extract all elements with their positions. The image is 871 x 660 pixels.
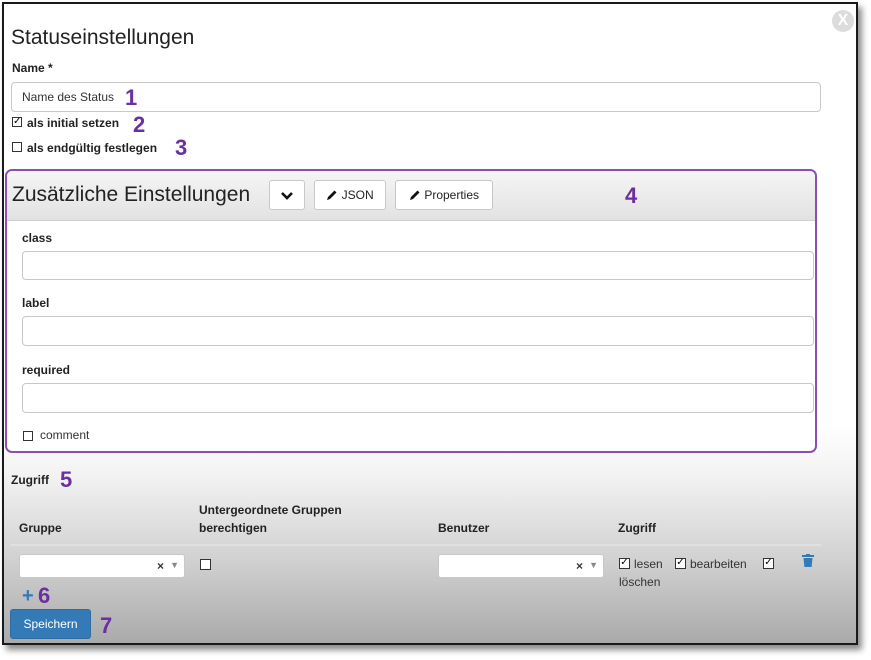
initial-label: als initial setzen [27, 116, 120, 130]
final-label: als endgültig festlegen [27, 141, 158, 155]
edit-checkbox[interactable]: ✓ [675, 558, 686, 569]
caret-down-icon: ▼ [170, 560, 179, 570]
save-button[interactable]: Speichern [10, 609, 91, 639]
close-icon[interactable]: X [832, 10, 854, 32]
read-checkbox[interactable]: ✓ [619, 558, 630, 569]
annotation-6: 6 [38, 583, 51, 608]
annotation-2: 2 [133, 112, 146, 137]
user-select[interactable]: × ▼ [438, 554, 604, 578]
header-subgroups: Untergeordnete Gruppen berechtigen [199, 503, 342, 535]
subgroups-checkbox[interactable] [200, 559, 211, 570]
field-label-label: label [22, 296, 50, 310]
plus-icon[interactable]: + [22, 586, 34, 606]
clear-icon[interactable]: × [157, 559, 164, 573]
header-access: Zugriff [618, 521, 656, 535]
status-settings-dialog: X Statuseinstellungen Name * Name des St… [2, 2, 858, 645]
extra-settings-title: Zusätzliche Einstellungen [12, 183, 251, 206]
annotation-3: 3 [175, 135, 188, 160]
collapse-button[interactable] [269, 180, 305, 210]
required-input[interactable] [22, 383, 814, 413]
annotation-4: 4 [625, 183, 638, 208]
final-checkbox[interactable] [12, 142, 22, 152]
group-select[interactable]: × ▼ [19, 554, 185, 578]
comment-checkbox[interactable] [23, 431, 33, 441]
extra-settings-header: Zusätzliche Einstellungen JSON Propertie… [7, 171, 815, 221]
trash-icon[interactable] [802, 554, 814, 567]
annotation-7: 7 [100, 613, 113, 638]
annotation-1: 1 [125, 85, 138, 110]
pencil-icon [409, 190, 420, 200]
initial-checkbox[interactable]: ✓ [12, 117, 22, 127]
pencil-icon [327, 190, 337, 200]
delete-checkbox[interactable]: ✓ [763, 558, 774, 569]
properties-button-label: Properties [424, 188, 480, 202]
field-label-required: required [22, 363, 71, 377]
chevron-down-icon [281, 191, 293, 200]
annotation-5: 5 [60, 467, 73, 492]
dialog-title: Statuseinstellungen [11, 26, 195, 49]
edit-label: bearbeiten [690, 557, 747, 571]
field-label-class: class [22, 231, 53, 245]
extra-settings-panel: Zusätzliche Einstellungen JSON Propertie… [5, 169, 817, 453]
properties-button[interactable]: Properties [395, 180, 493, 210]
comment-label: comment [40, 428, 90, 442]
table-header-divider [11, 544, 821, 546]
json-button-label: JSON [341, 188, 374, 202]
name-label: Name * [12, 61, 53, 75]
json-button[interactable]: JSON [314, 180, 386, 210]
read-label: lesen [634, 557, 663, 571]
delete-label: löschen [619, 575, 661, 589]
clear-icon[interactable]: × [576, 559, 583, 573]
class-input[interactable] [22, 251, 814, 280]
header-user: Benutzer [438, 521, 490, 535]
label-input[interactable] [22, 316, 814, 346]
access-title: Zugriff [11, 473, 49, 487]
caret-down-icon: ▼ [589, 560, 598, 570]
header-group: Gruppe [19, 521, 62, 535]
